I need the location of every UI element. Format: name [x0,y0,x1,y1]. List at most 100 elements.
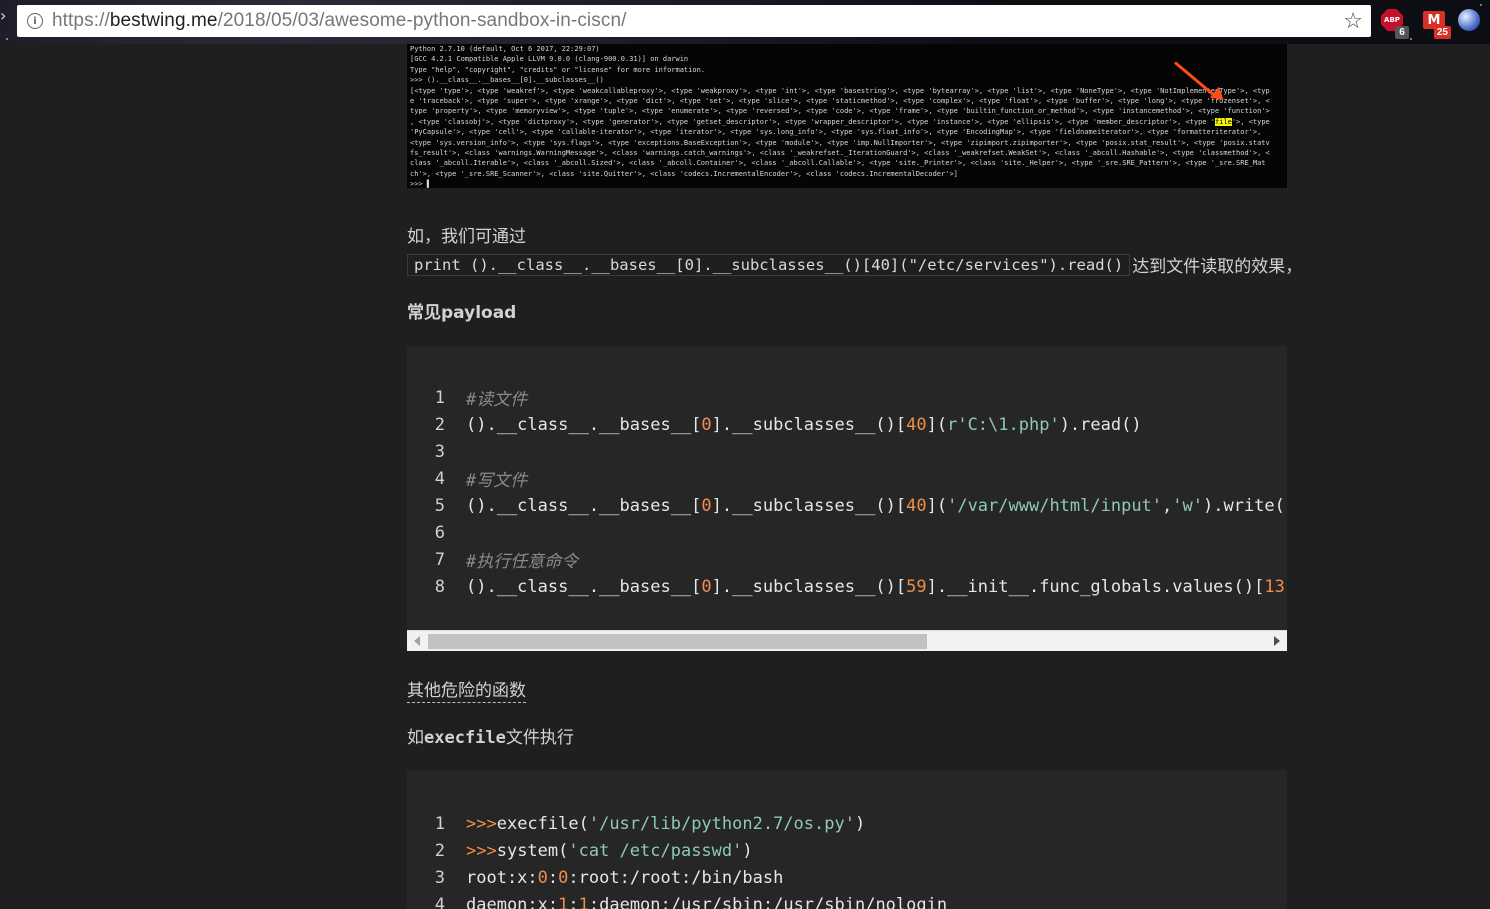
terminal-line: e 'traceback'>, <type 'super'>, <type 'x… [410,97,1270,106]
code-string: '12 [1285,496,1287,516]
line-number: 1 [434,813,445,834]
code-block-execfile: 1 >>> execfile('/usr/lib/python2.7/os.py'… [407,770,1287,909]
address-bar[interactable]: i https://bestwing.me/2018/05/03/awesome… [17,5,1371,37]
code-token: ].__init__.func_globals.values()[ [926,576,1265,597]
code-line: 3 root:x: 0:0:root:/root:/bin/bash [407,864,784,891]
scroll-right-arrow-icon[interactable] [1274,636,1280,646]
code-line: 8 ().__class__.__bases__[0].__subclasses_… [407,573,1287,600]
code-number: 0 [701,495,712,516]
terminal-screenshot: Python 2.7.10 (default, Oct 6 2017, 22:2… [407,44,1287,188]
code-line: 1 #读文件 [407,384,528,411]
terminal-line: class '_abcoll.Iterable'>, <class '_abco… [410,159,1266,168]
code-line: 6 [407,519,466,546]
code-token: ).write( [1203,495,1285,516]
code-token: : [568,894,579,909]
code-token: ).read() [1059,414,1142,435]
payload-heading: 常见payload [407,303,517,323]
code-horizontal-scrollbar[interactable] [407,630,1287,651]
code-token: system( [496,840,569,861]
globe-icon [1458,9,1480,31]
code-token: ) [742,840,753,861]
back-edge-icon[interactable]: › [0,6,12,36]
bookmark-star-icon[interactable]: ☆ [1343,9,1363,34]
code-token: ][ [1285,577,1287,597]
code-token: ].__subclasses__()[ [711,495,907,516]
terminal-line: ch'>, <type '_sre.SRE_Scanner'>, <class … [410,169,958,178]
code-number: 0 [701,576,712,597]
code-token: ]( [926,414,948,435]
code-line: 4 #写文件 [407,465,528,492]
code-line: 2 >>> system('cat /etc/passwd') [407,837,753,864]
code-token: daemon:x: [466,894,559,909]
site-info-icon[interactable]: i [27,13,43,29]
code-token: ) [854,813,866,834]
code-comment: #执行任意命令 [466,552,579,572]
line-number: 2 [434,414,445,435]
other-dangerous-functions-link[interactable]: 其他危险的函数 [407,676,526,703]
gmail-unread-badge: 25 [1433,26,1451,39]
terminal-line: >>> ▌ [410,180,432,188]
scrollbar-thumb[interactable] [428,634,927,649]
line-number: 5 [434,495,445,516]
code-string: r'C:\1.php' [947,414,1060,435]
code-string: 'cat /etc/passwd' [568,840,743,861]
code-number: 0 [701,414,712,435]
code-token: root:x: [466,867,538,888]
code-string: '/usr/lib/python2.7/os.py' [588,813,855,834]
line-number: 6 [434,522,445,543]
code-number: 1 [558,894,569,909]
adblock-count-badge: 6 [1395,26,1409,39]
execfile-paragraph: 如execfile文件执行 [407,723,574,748]
line-number: 1 [434,387,445,408]
code-token: :root:/root:/bin/bash [568,867,784,888]
code-line: 4 daemon:x: 1:1:daemon:/usr/sbin:/usr/sbin… [407,891,947,909]
code-token: ().__class__.__bases__[ [466,414,702,435]
code-line: 3 [407,438,466,465]
code-line: 5 ().__class__.__bases__[0].__subclasses_… [407,492,1287,519]
scroll-left-arrow-icon[interactable] [414,636,420,646]
terminal-line: >>> ().__class__.__bases__[0].__subclass… [410,76,604,85]
code-number: 40 [906,495,927,516]
code-comment: #写文件 [466,471,528,491]
line-number: 4 [434,894,445,909]
repl-prompt: >>> [466,840,497,861]
code-string: '/var/www/html/input' [947,495,1163,516]
code-token: ().__class__.__bases__[ [466,576,702,597]
line-number: 8 [434,576,445,597]
code-token: ].__subclasses__()[ [711,576,907,597]
gmail-extension-button[interactable]: M 25 [1423,9,1451,39]
globe-extension-button[interactable] [1458,9,1482,33]
line-number: 3 [434,867,445,888]
adblock-extension-button[interactable]: ABP 6 [1381,9,1409,39]
code-token: ().__class__.__bases__[ [466,495,702,516]
browser-toolbar: › i https://bestwing.me/2018/05/03/aweso… [0,0,1490,44]
inline-code: print ().__class__.__bases__[0].__subcla… [407,253,1131,276]
code-token: : [547,867,559,888]
execfile-keyword: execfile [424,728,506,748]
code-number: 1 [578,894,589,909]
code-comment: #读文件 [466,390,528,410]
inline-suffix: 达到文件读取的效果， [1132,257,1303,277]
code-number: 59 [906,576,927,597]
line-number: 7 [434,549,445,570]
read-example-paragraph: print ().__class__.__bases__[0].__subcla… [407,252,1302,277]
terminal-line: type 'property'>, <type 'memoryview'>, <… [410,107,1270,116]
code-line: 7 #执行任意命令 [407,546,579,573]
code-string: 'w' [1172,495,1203,516]
execfile-suffix: 文件执行 [505,728,574,748]
terminal-line: , <type 'classobj'>, <type 'dictproxy'>,… [410,117,1270,126]
code-number: 0 [537,867,548,888]
code-line: 2 ().__class__.__bases__[0].__subclasses_… [407,411,1142,438]
terminal-line: Type "help", "copyright", "credits" or "… [410,65,706,74]
execfile-prefix: 如 [407,728,424,748]
code-token: :daemon:/usr/sbin:/usr/sbin/nologin [588,894,948,909]
intro-paragraph: 如，我们可通过 [407,227,526,247]
code-token: , [1162,495,1173,516]
code-block-payload: 1 #读文件 2 ().__class__.__bases__[0].__subcla… [407,346,1287,630]
terminal-line: <type 'sys.version_info'>, <type 'sys.fl… [410,138,1270,147]
terminal-highlight: file [1214,117,1232,126]
line-number: 2 [434,840,445,861]
url-text[interactable]: https://bestwing.me/2018/05/03/awesome-p… [52,10,627,32]
code-number: 13 [1264,576,1285,597]
terminal-line: Python 2.7.10 (default, Oct 6 2017, 22:2… [410,45,600,53]
